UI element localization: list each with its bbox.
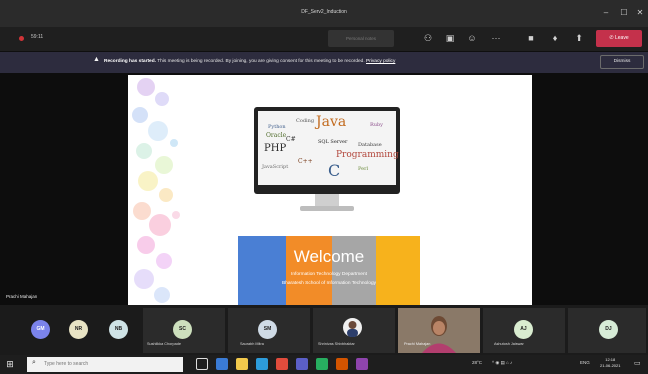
participant-avatar: AJ (514, 320, 533, 339)
word-coding: Coding (296, 118, 315, 124)
powerpoint-icon[interactable] (336, 358, 348, 370)
participant-name: Saurabh Mitra (240, 342, 264, 346)
phone-icon: ✆ (609, 35, 614, 41)
banner-message: Recording has started. This meeting is b… (104, 59, 395, 64)
leave-label: Leave (614, 35, 629, 41)
word-cloud: Java PHP SQL Server Programming Oracle D… (258, 111, 399, 185)
system-tray-icons[interactable]: ^ ◉ ▤ ⌂ ♪ (492, 360, 512, 366)
leave-button[interactable]: ✆ Leave (596, 30, 642, 47)
participant-avatar[interactable]: NB (109, 320, 128, 339)
participant-avatar: SC (173, 320, 192, 339)
welcome-title: Welcome (293, 247, 365, 266)
word-oracle: Oracle (266, 132, 287, 139)
participant-avatar[interactable]: GM (31, 320, 50, 339)
task-view-icon[interactable] (196, 358, 208, 370)
word-programming: Programming (336, 150, 399, 160)
participant-video-frame (398, 308, 480, 353)
microphone-icon[interactable]: ♦ (548, 31, 562, 45)
taskbar-clock[interactable]: 12:18 21-06-2021 (600, 357, 620, 369)
word-javascript: JavaScript (262, 164, 289, 170)
participant-avatar[interactable]: NR (69, 320, 88, 339)
recording-banner: ▲ Recording has started. This meeting is… (0, 52, 648, 73)
meeting-timer: 59:11 (31, 34, 44, 40)
teams-window: DF_Serv2_Induction – ☐ ✕ 59:11 Personal … (0, 0, 648, 374)
search-icon: ⌕ (32, 359, 36, 366)
personal-notes-button[interactable]: Personal notes (328, 30, 394, 47)
participant-photo (343, 318, 362, 337)
reactions-icon[interactable]: ☺ (465, 31, 479, 45)
language-indicator[interactable]: ENG (580, 360, 590, 365)
participant-avatar: SM (258, 320, 277, 339)
privacy-policy-link[interactable]: Privacy policy (366, 59, 395, 64)
camera-icon[interactable]: ■ (524, 31, 538, 45)
weather-info[interactable]: 28°C (472, 360, 482, 365)
word-sql-server: SQL Server (318, 139, 348, 145)
participant-name: Sushilkka Chorpade (147, 342, 181, 346)
participant-video-tile[interactable] (398, 308, 480, 353)
participant-name: Ashutosh Jaiswar (494, 342, 524, 346)
school-name: Bharatesh School of Information Technolo… (281, 281, 377, 286)
monitor-base (300, 206, 354, 211)
teams-icon[interactable] (296, 358, 308, 370)
windows-start-icon[interactable]: ⊞ (4, 358, 16, 370)
clock-date: 21-06-2021 (600, 363, 621, 368)
close-icon[interactable]: ✕ (633, 6, 647, 20)
word-csharp: C# (286, 136, 296, 143)
title-bar: DF_Serv2_Induction (0, 0, 648, 27)
more-actions-icon[interactable]: ··· (489, 31, 503, 45)
dismiss-button[interactable]: Dismiss (600, 55, 644, 69)
notifications-icon[interactable]: ▭ (634, 359, 641, 367)
window-title: DF_Serv2_Induction (301, 9, 347, 15)
search-input[interactable] (44, 361, 174, 367)
store-icon[interactable] (256, 358, 268, 370)
edge-icon[interactable] (216, 358, 228, 370)
word-cplusplus: C++ (298, 158, 313, 165)
participant-avatar: DJ (599, 320, 618, 339)
warning-icon: ▲ (93, 56, 100, 63)
word-database: Database (358, 142, 382, 148)
word-c: C (328, 161, 341, 180)
banner-text: This meeting is being recorded. By joini… (157, 59, 365, 64)
app-icon[interactable] (356, 358, 368, 370)
department-name: Information Technology Department (291, 272, 367, 277)
participants-icon[interactable]: ⚇ (421, 31, 435, 45)
share-screen-icon[interactable]: ⬆ (572, 31, 586, 45)
minimize-icon[interactable]: – (599, 6, 613, 20)
person-photo-icon (347, 321, 358, 337)
word-perl: Perl (358, 166, 369, 172)
word-ruby: Ruby (370, 122, 384, 128)
bokeh-decoration (132, 78, 180, 303)
word-java: Java (316, 114, 347, 130)
chat-icon[interactable]: ▣ (443, 31, 457, 45)
participant-name: Prachi Mahajan (404, 342, 431, 346)
banner-bold-text: Recording has started. (104, 59, 156, 64)
recording-indicator-icon (19, 36, 24, 41)
chrome-icon[interactable] (276, 358, 288, 370)
presenter-name: Prachi Mahajan (6, 294, 38, 299)
file-explorer-icon[interactable] (236, 358, 248, 370)
word-php: PHP (264, 143, 287, 154)
excel-icon[interactable] (316, 358, 328, 370)
participant-name: Shrinivas Shivbhaktar (318, 342, 355, 346)
maximize-icon[interactable]: ☐ (617, 6, 631, 20)
word-python: Python (268, 124, 286, 130)
